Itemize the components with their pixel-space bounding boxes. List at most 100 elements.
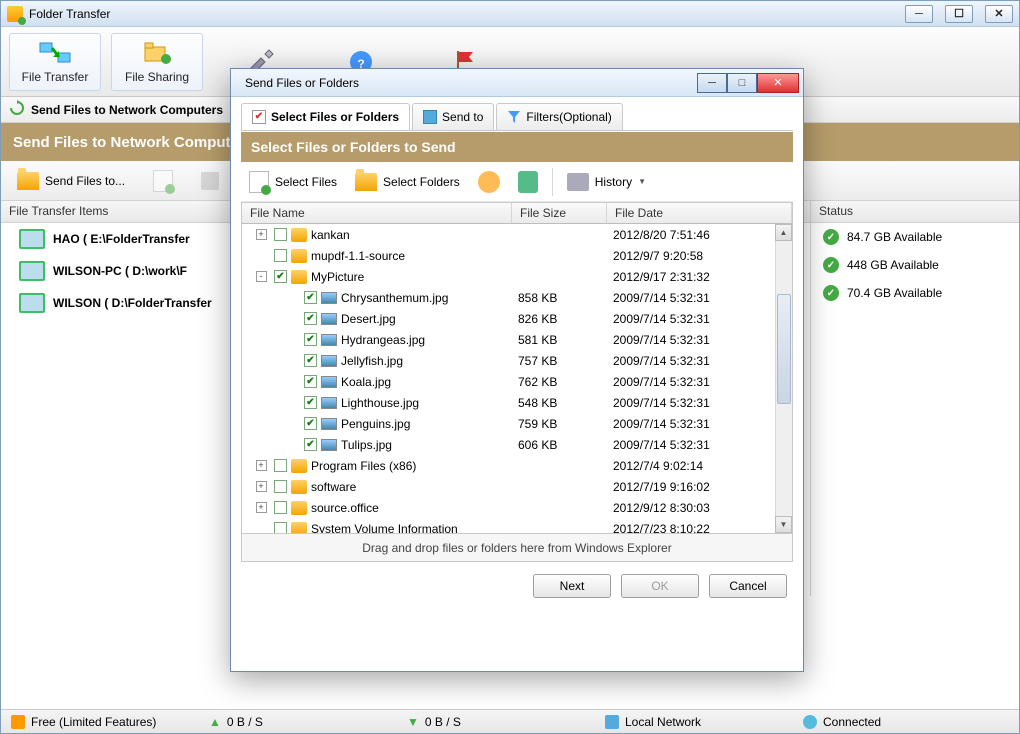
file-date: 2009/7/14 5:32:31 bbox=[607, 396, 792, 410]
maximize-button[interactable]: ☐ bbox=[945, 5, 973, 23]
table-row[interactable]: ✔Desert.jpg826 KB2009/7/14 5:32:31 bbox=[242, 308, 792, 329]
folder-icon bbox=[17, 172, 39, 190]
status-item-label: 84.7 GB Available bbox=[847, 230, 942, 244]
table-row[interactable]: ✔Tulips.jpg606 KB2009/7/14 5:32:31 bbox=[242, 434, 792, 455]
scroll-up-button[interactable]: ▲ bbox=[775, 224, 792, 241]
file-date: 2012/7/19 9:16:02 bbox=[607, 480, 792, 494]
expand-toggle[interactable]: + bbox=[256, 481, 267, 492]
file-date: 2012/9/7 9:20:58 bbox=[607, 249, 792, 263]
select-folders-button[interactable]: Select Folders bbox=[351, 169, 464, 195]
folder-icon bbox=[291, 522, 307, 535]
recycle-button[interactable] bbox=[514, 167, 542, 197]
dialog-minimize-button[interactable]: ─ bbox=[697, 73, 727, 93]
tab-select-files[interactable]: ✔ Select Files or Folders bbox=[241, 103, 410, 130]
dialog-window-controls: ─ □ ✕ bbox=[697, 73, 799, 93]
file-date: 2009/7/14 5:32:31 bbox=[607, 417, 792, 431]
dialog-title: Send Files or Folders bbox=[245, 76, 359, 90]
document-button[interactable] bbox=[147, 166, 179, 196]
image-icon bbox=[321, 439, 337, 451]
separator bbox=[552, 168, 553, 196]
image-icon bbox=[321, 397, 337, 409]
expand-toggle[interactable]: + bbox=[256, 502, 267, 513]
col-file-name[interactable]: File Name bbox=[242, 203, 512, 223]
folder-icon bbox=[291, 501, 307, 515]
table-row[interactable]: ✔Jellyfish.jpg757 KB2009/7/14 5:32:31 bbox=[242, 350, 792, 371]
col-file-date[interactable]: File Date bbox=[607, 203, 792, 223]
scroll-down-button[interactable]: ▼ bbox=[775, 516, 792, 533]
table-row[interactable]: ✔Penguins.jpg759 KB2009/7/14 5:32:31 bbox=[242, 413, 792, 434]
checkbox[interactable]: ✔ bbox=[304, 438, 317, 451]
file-size: 548 KB bbox=[512, 396, 607, 410]
image-icon bbox=[321, 292, 337, 304]
checkbox[interactable] bbox=[274, 249, 287, 262]
expand-toggle[interactable]: + bbox=[256, 460, 267, 471]
stop-icon bbox=[201, 172, 219, 190]
file-name: Tulips.jpg bbox=[341, 438, 392, 452]
printer-icon bbox=[567, 173, 589, 191]
dialog-buttons: Next OK Cancel bbox=[241, 562, 793, 598]
checkbox[interactable]: ✔ bbox=[304, 375, 317, 388]
table-row[interactable]: +source.office2012/9/12 8:30:03 bbox=[242, 497, 792, 518]
checkbox[interactable]: ✔ bbox=[304, 312, 317, 325]
table-row[interactable]: +Program Files (x86)2012/7/4 9:02:14 bbox=[242, 455, 792, 476]
user-button[interactable] bbox=[474, 167, 504, 197]
expand-toggle[interactable]: - bbox=[256, 271, 267, 282]
dialog-maximize-button[interactable]: □ bbox=[727, 73, 757, 93]
checkbox[interactable]: ✔ bbox=[304, 354, 317, 367]
image-icon bbox=[321, 313, 337, 325]
status-item: ✓70.4 GB Available bbox=[811, 279, 1019, 307]
checkbox[interactable]: ✔ bbox=[304, 417, 317, 430]
checkbox[interactable]: ✔ bbox=[304, 291, 317, 304]
dialog-toolbar: Select Files Select Folders History ▼ bbox=[241, 162, 793, 202]
table-row[interactable]: -✔MyPicture2012/9/17 2:31:32 bbox=[242, 266, 792, 287]
main-titlebar[interactable]: Folder Transfer ─ ☐ ✕ bbox=[1, 1, 1019, 27]
file-name: System Volume Information bbox=[311, 522, 458, 535]
scroll-thumb[interactable] bbox=[777, 294, 791, 404]
file-name: Koala.jpg bbox=[341, 375, 391, 389]
table-row[interactable]: ✔Hydrangeas.jpg581 KB2009/7/14 5:32:31 bbox=[242, 329, 792, 350]
folder-plus-icon bbox=[355, 173, 377, 191]
checkbox[interactable] bbox=[274, 480, 287, 493]
table-row[interactable]: ✔Chrysanthemum.jpg858 KB2009/7/14 5:32:3… bbox=[242, 287, 792, 308]
table-row[interactable]: System Volume Information 2012/7/23 8:10:… bbox=[242, 518, 792, 534]
checkbox[interactable] bbox=[274, 501, 287, 514]
close-button[interactable]: ✕ bbox=[985, 5, 1013, 23]
checkbox[interactable]: ✔ bbox=[274, 270, 287, 283]
file-sharing-button[interactable]: File Sharing bbox=[111, 33, 203, 91]
checkbox[interactable] bbox=[274, 522, 287, 534]
folder-icon bbox=[291, 228, 307, 242]
file-date: 2012/7/23 8:10:22 bbox=[607, 522, 792, 535]
refresh-icon[interactable] bbox=[9, 100, 25, 119]
table-row[interactable]: +software2012/7/19 9:16:02 bbox=[242, 476, 792, 497]
stop-button[interactable] bbox=[195, 168, 225, 194]
window-controls: ─ ☐ ✕ bbox=[905, 5, 1013, 23]
dialog-close-button[interactable]: ✕ bbox=[757, 73, 799, 93]
next-button[interactable]: Next bbox=[533, 574, 611, 598]
dialog-titlebar[interactable]: Send Files or Folders ─ □ ✕ bbox=[231, 69, 803, 97]
file-name: MyPicture bbox=[311, 270, 364, 284]
app-icon bbox=[7, 6, 23, 22]
table-row[interactable]: mupdf-1.1-source2012/9/7 9:20:58 bbox=[242, 245, 792, 266]
document-icon bbox=[153, 170, 173, 192]
minimize-button[interactable]: ─ bbox=[905, 5, 933, 23]
vertical-scrollbar[interactable]: ▲ ▼ bbox=[775, 224, 792, 533]
file-size: 759 KB bbox=[512, 417, 607, 431]
table-row[interactable]: ✔Lighthouse.jpg548 KB2009/7/14 5:32:31 bbox=[242, 392, 792, 413]
send-files-to-button[interactable]: Send Files to... bbox=[11, 168, 131, 194]
checkbox[interactable]: ✔ bbox=[304, 333, 317, 346]
checkbox[interactable] bbox=[274, 228, 287, 241]
tab-filters[interactable]: Filters(Optional) bbox=[496, 103, 622, 130]
filter-icon bbox=[507, 110, 521, 124]
expand-toggle[interactable]: + bbox=[256, 229, 267, 240]
history-button[interactable]: History ▼ bbox=[563, 169, 650, 195]
table-row[interactable]: ✔Koala.jpg762 KB2009/7/14 5:32:31 bbox=[242, 371, 792, 392]
cancel-button[interactable]: Cancel bbox=[709, 574, 787, 598]
file-transfer-button[interactable]: File Transfer bbox=[9, 33, 101, 91]
tab-send-to[interactable]: Send to bbox=[412, 103, 494, 130]
checkbox[interactable]: ✔ bbox=[304, 396, 317, 409]
checkbox[interactable] bbox=[274, 459, 287, 472]
ok-button[interactable]: OK bbox=[621, 574, 699, 598]
table-row[interactable]: +kankan2012/8/20 7:51:46 bbox=[242, 224, 792, 245]
col-file-size[interactable]: File Size bbox=[512, 203, 607, 223]
select-files-button[interactable]: Select Files bbox=[245, 167, 341, 197]
